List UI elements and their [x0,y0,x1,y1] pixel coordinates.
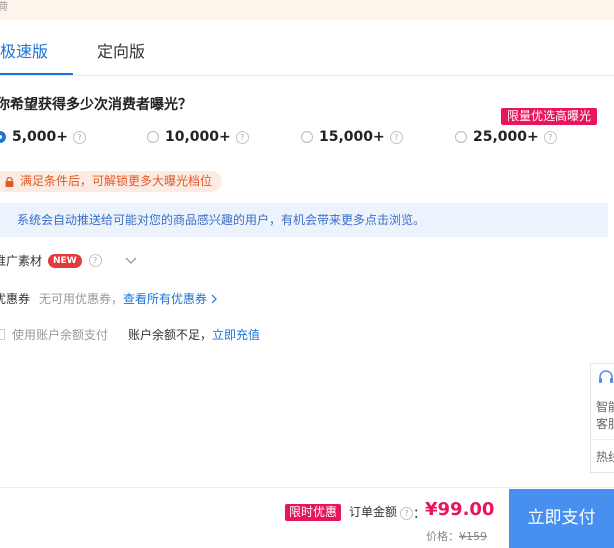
option-25000[interactable]: 25,000+ ? [455,127,557,147]
tab-bar: 极速版 定向版 [0,20,614,76]
radio-unselected[interactable] [147,131,159,143]
radio-unselected[interactable] [455,131,467,143]
help-icon[interactable]: ? [73,130,87,144]
new-badge: NEW [48,253,82,268]
chevron-down-icon[interactable] [125,257,137,265]
help-icon[interactable]: ? [400,507,413,520]
help-icon[interactable]: ? [235,130,249,144]
option-label: 5,000+ [12,129,69,145]
pay-now-button[interactable]: 立即支付 [509,489,614,548]
help-icon[interactable]: ? [88,254,102,267]
lock-icon [5,176,14,187]
coupon-row: 优惠券 无可用优惠券， 查看所有优惠券 [0,290,217,307]
exposure-question: 你希望获得多少次消费者曝光？ [0,97,192,113]
tab-targeted[interactable]: 定向版 [97,38,145,62]
active-tab-indicator [0,73,73,75]
option-10000[interactable]: 10,000+ ? [147,127,249,147]
option-label: 25,000+ [473,129,539,145]
order-amount-label: 订单金额 [349,505,398,519]
info-box: 系统会自动推送给可能对您的商品感兴趣的用户，有机会带来更多点击浏览。 [0,203,608,237]
material-label: 推广素材 [0,254,43,268]
unlock-tip: 满足条件后，可解锁更多大曝光档位 [0,171,223,192]
no-coupon-text: 无可用优惠券， [39,292,124,306]
balance-row: 使用账户余额支付 账户余额不足， 立即充值 [0,326,260,343]
info-text: 系统会自动推送给可能对您的商品感兴趣的用户，有机会带来更多点击浏览。 [17,213,426,227]
price-label: 价格： [426,530,459,543]
option-15000[interactable]: 15,000+ ? [301,127,403,147]
service-text-2: 客服 [596,417,614,431]
headset-icon [599,370,613,383]
promo-badge: 限量优选高曝光 [501,108,598,125]
checkout-footer: 限时优惠 订单金额 ? ： ¥99.00 价格：¥159 立即支付 [0,487,614,548]
order-amount: ¥99.00 [425,499,495,520]
customer-service-widget[interactable]: 智能 客服 热线 [590,363,614,473]
help-icon[interactable]: ? [389,130,403,144]
radio-selected[interactable] [0,131,6,143]
insufficient-text: 账户余额不足， [128,328,213,342]
coupon-label: 优惠券 [0,292,31,306]
material-row: 推广素材 NEW ? [0,252,137,269]
balance-checkbox[interactable] [0,329,5,340]
tab-express[interactable]: 极速版 [0,38,48,62]
hotline-text: 热线 [596,450,614,464]
help-icon[interactable]: ? [543,130,557,144]
unlock-tip-text: 满足条件后，可解锁更多大曝光档位 [20,174,213,188]
radio-unselected[interactable] [301,131,313,143]
option-label: 15,000+ [319,129,385,145]
limited-offer-badge: 限时优惠 [285,504,342,521]
top-notice-banner: 荷 [0,0,614,20]
chevron-right-icon[interactable] [211,294,217,304]
balance-checkbox-label: 使用账户余额支付 [12,328,109,342]
original-price: ¥159 [459,530,487,543]
service-text-1: 智能 [596,400,614,414]
price-line: 价格：¥159 [426,528,487,544]
banner-text: 荷 [0,2,8,13]
option-5000[interactable]: 5,000+ ? [0,127,87,147]
option-label: 10,000+ [165,129,231,145]
recharge-link[interactable]: 立即充值 [212,326,260,343]
view-coupons-link[interactable]: 查看所有优惠券 [123,290,207,307]
